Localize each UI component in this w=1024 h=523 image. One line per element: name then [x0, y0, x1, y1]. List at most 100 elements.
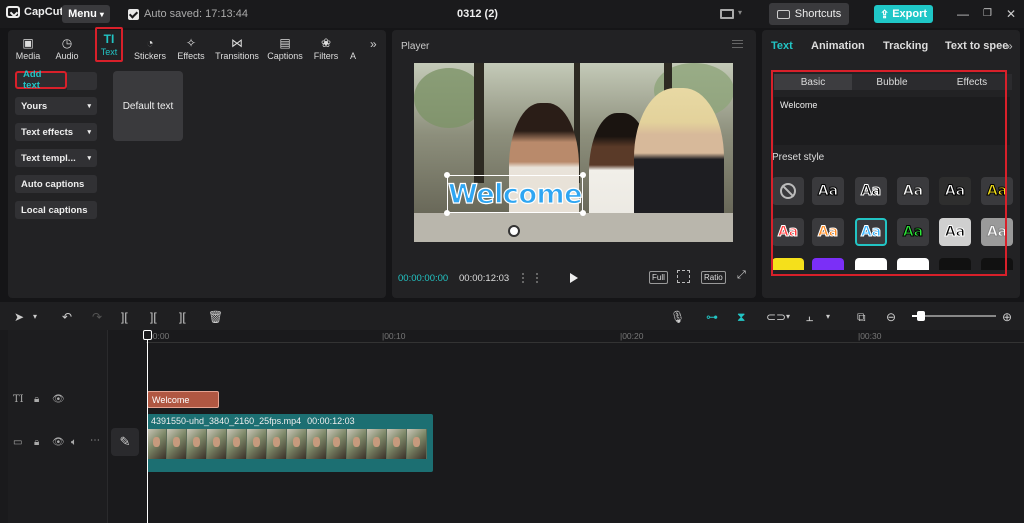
shortcuts-button[interactable]: Shortcuts: [769, 3, 849, 25]
timecode-grid-icon[interactable]: [522, 273, 538, 283]
chevron-down-icon: ▾: [99, 9, 104, 19]
tab-text-properties[interactable]: Text: [771, 40, 793, 52]
sidebar-item-local-captions[interactable]: Local captions: [15, 201, 97, 219]
add-text-row-bg: [67, 72, 97, 90]
sidebar-item-text-templates[interactable]: Text templ... ▾: [15, 149, 97, 167]
tab-filters[interactable]: ❀ Filters: [311, 33, 341, 62]
select-cursor-icon[interactable]: ➤: [14, 311, 24, 323]
timeline-ruler[interactable]: 00:00 |00:10 |00:20 |00:30: [146, 331, 1024, 343]
double-chevron-right-icon[interactable]: »: [370, 37, 377, 51]
video-clip-name: 4391550-uhd_3840_2160_25fps.mp4: [151, 416, 302, 426]
tab-audio[interactable]: ◷ Audio: [52, 33, 82, 62]
video-preview[interactable]: Welcome: [414, 63, 733, 242]
chevron-down-icon[interactable]: ▾: [33, 313, 37, 321]
chevron-down-icon[interactable]: ▾: [826, 313, 830, 321]
double-chevron-right-icon[interactable]: »: [1006, 39, 1013, 53]
sidebar-item-auto-captions[interactable]: Auto captions: [15, 175, 97, 193]
playhead-handle[interactable]: [143, 330, 152, 340]
minimize-icon[interactable]: —: [957, 7, 969, 21]
close-icon[interactable]: ✕: [1006, 7, 1016, 21]
tab-captions[interactable]: ▤ Captions: [265, 33, 305, 62]
video-thumbnail: [387, 429, 407, 459]
fullscreen-icon[interactable]: ⤢: [737, 269, 746, 282]
text-icon: TI: [103, 31, 115, 46]
resize-handle[interactable]: [444, 210, 450, 216]
player-title: Player: [401, 41, 430, 52]
layout-icon[interactable]: [720, 9, 734, 19]
sidebar-item-add-text[interactable]: Add text: [15, 69, 67, 91]
crop-frame-icon[interactable]: [677, 270, 690, 283]
rotate-handle-icon[interactable]: [508, 225, 520, 237]
more-tab-icon: [346, 36, 360, 49]
delete-icon[interactable]: 🗑: [208, 311, 223, 323]
resize-handle[interactable]: [580, 172, 586, 178]
tab-animation[interactable]: Animation: [811, 40, 865, 52]
cover-edit-button[interactable]: ✎: [111, 428, 139, 456]
fit-timeline-icon[interactable]: ⧉: [857, 311, 866, 323]
layout-chevron-down-icon[interactable]: ▾: [738, 8, 742, 17]
zoom-slider-handle[interactable]: [917, 311, 925, 321]
sidebar-item-label: Yours: [21, 100, 48, 112]
project-title[interactable]: 0312 (2): [457, 8, 498, 20]
main-track-magnet-icon[interactable]: ⊶: [706, 311, 718, 323]
sidebar-item-yours[interactable]: Yours ▾: [15, 97, 97, 115]
default-text-card[interactable]: Default text: [113, 71, 183, 141]
eye-icon[interactable]: 👁︎: [52, 395, 65, 405]
chevron-down-icon[interactable]: ▾: [786, 313, 790, 321]
video-clip[interactable]: 4391550-uhd_3840_2160_25fps.mp4 00:00:12…: [147, 414, 433, 472]
eye-icon[interactable]: 👁︎: [52, 438, 65, 448]
tab-more[interactable]: A: [347, 33, 359, 61]
track-headers: [8, 330, 108, 523]
sidebar-item-text-effects[interactable]: Text effects ▾: [15, 123, 97, 141]
window-frame: [474, 63, 484, 183]
split-left-icon[interactable]: ][: [150, 311, 157, 323]
undo-icon[interactable]: ↶: [62, 311, 72, 323]
more-options-icon[interactable]: ⋯: [90, 436, 100, 446]
video-track-icon: ▭: [13, 437, 23, 448]
video-thumbnail: [327, 429, 347, 459]
zoom-in-icon[interactable]: ⊕: [1002, 311, 1012, 323]
tab-text-to-speech[interactable]: Text to speech: [945, 40, 1009, 52]
text-overlay-box[interactable]: Welcome: [447, 175, 583, 213]
tab-label: Stickers: [133, 51, 166, 61]
sidebar-item-label: Auto captions: [21, 178, 85, 190]
lock-icon[interactable]: 🔒︎: [34, 438, 39, 448]
restore-icon[interactable]: ❐: [983, 8, 992, 19]
tab-media[interactable]: ▣ Media: [12, 33, 44, 62]
auto-snap-icon[interactable]: ⧗: [737, 311, 745, 323]
preview-axis-icon[interactable]: ⫠: [806, 311, 813, 323]
text-overlay[interactable]: Welcome: [447, 178, 583, 210]
play-icon[interactable]: [570, 273, 578, 283]
tab-transitions[interactable]: ⋈ Transitions: [213, 33, 261, 62]
export-label: Export: [892, 8, 928, 20]
playhead[interactable]: [147, 336, 148, 523]
split-icon[interactable]: ][: [121, 311, 128, 323]
resize-handle[interactable]: [580, 210, 586, 216]
video-thumbnail: [147, 429, 167, 459]
link-icon[interactable]: ⊂⊃: [766, 311, 786, 323]
audio-volume-icon[interactable]: 🔈︎: [71, 438, 77, 448]
zoom-out-icon[interactable]: ⊖: [886, 311, 896, 323]
video-thumbnail: [227, 429, 247, 459]
text-clip-label: Welcome: [152, 394, 190, 405]
default-text-label: Default text: [122, 100, 174, 112]
microphone-icon[interactable]: 🎙: [670, 311, 685, 323]
player-panel: Player Welcome 00:00:00:00 00:00:12:03 F…: [392, 30, 756, 298]
resize-handle[interactable]: [444, 172, 450, 178]
split-right-icon[interactable]: ][: [179, 311, 186, 323]
full-button[interactable]: Full: [649, 271, 668, 284]
export-button[interactable]: ⇪ Export: [874, 5, 933, 23]
tab-stickers[interactable]: ◔ Stickers: [133, 33, 167, 62]
lock-icon[interactable]: 🔒︎: [34, 395, 39, 405]
redo-icon[interactable]: ↷: [92, 311, 102, 323]
menu-button[interactable]: Menu ▾: [62, 5, 110, 23]
keyboard-icon: [776, 9, 790, 19]
video-thumbnail: [367, 429, 387, 459]
tab-text[interactable]: TI Text: [95, 27, 123, 62]
hamburger-menu-icon[interactable]: [732, 40, 743, 48]
tab-label: Transitions: [215, 51, 259, 61]
text-clip[interactable]: Welcome: [147, 391, 219, 408]
tab-effects[interactable]: ✧ Effects: [175, 33, 207, 62]
tab-tracking[interactable]: Tracking: [883, 40, 928, 52]
ratio-button[interactable]: Ratio: [701, 271, 726, 284]
